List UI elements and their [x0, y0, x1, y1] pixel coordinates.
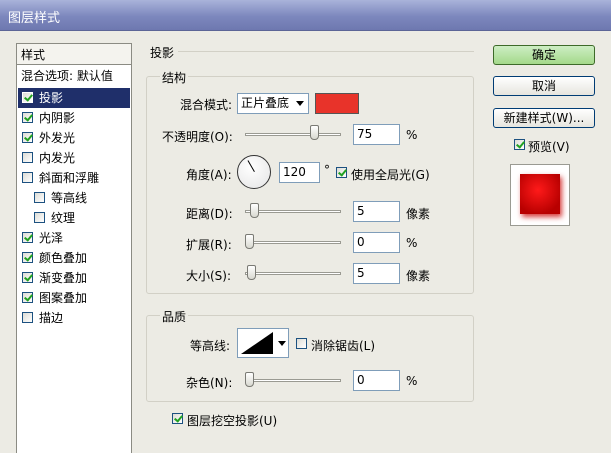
style-item-10[interactable]: 图案叠加	[18, 288, 130, 308]
style-item-7[interactable]: 光泽	[18, 228, 130, 248]
style-item-label: 等高线	[51, 191, 88, 205]
blend-options-item[interactable]: 混合选项: 默认值	[17, 66, 131, 86]
style-item-1[interactable]: 内阴影	[18, 108, 130, 128]
blend-options-label: 混合选项: 默认值	[21, 69, 113, 83]
section-drop-shadow-title: 投影	[150, 46, 175, 60]
style-item-label: 投影	[39, 91, 64, 105]
style-item-label: 描边	[39, 311, 64, 325]
style-preview-swatch	[520, 174, 560, 214]
distance-slider-thumb[interactable]	[250, 203, 259, 218]
style-item-checkbox[interactable]	[22, 292, 33, 303]
distance-unit: 像素	[406, 207, 431, 221]
spread-slider-track[interactable]	[245, 241, 341, 244]
size-slider-thumb[interactable]	[247, 265, 256, 280]
style-item-6[interactable]: 纹理	[18, 208, 130, 228]
styles-header: 样式	[17, 44, 131, 65]
style-item-label: 渐变叠加	[39, 271, 88, 285]
angle-unit: °	[324, 163, 330, 177]
style-item-label: 外发光	[39, 131, 76, 145]
styles-list: 样式 混合选项: 默认值 投影内阴影外发光内发光斜面和浮雕等高线纹理光泽颜色叠加…	[16, 43, 132, 453]
antialias-checkbox[interactable]	[296, 338, 307, 349]
style-item-checkbox[interactable]	[22, 132, 33, 143]
section-divider	[178, 51, 474, 52]
style-item-4[interactable]: 斜面和浮雕	[18, 168, 130, 188]
spread-label: 扩展(R):	[186, 238, 232, 252]
global-light-checkbox[interactable]	[336, 167, 347, 178]
style-item-label: 光泽	[39, 231, 64, 245]
title-bar: 图层样式	[0, 0, 611, 31]
distance-label: 距离(D):	[186, 207, 233, 221]
noise-unit: %	[406, 374, 418, 388]
angle-label: 角度(A):	[186, 168, 232, 182]
style-item-3[interactable]: 内发光	[18, 148, 130, 168]
opacity-input[interactable]: 75	[353, 124, 400, 145]
global-light-label[interactable]: 使用全局光(G)	[351, 166, 430, 183]
spread-unit: %	[406, 236, 418, 250]
new-style-button[interactable]: 新建样式(W)...	[493, 108, 595, 128]
antialias-label[interactable]: 消除锯齿(L)	[311, 337, 375, 354]
style-item-checkbox[interactable]	[22, 152, 33, 163]
style-item-checkbox[interactable]	[22, 92, 33, 103]
style-item-11[interactable]: 描边	[18, 308, 130, 328]
style-item-checkbox[interactable]	[34, 212, 45, 223]
style-item-label: 斜面和浮雕	[39, 171, 100, 185]
style-item-checkbox[interactable]	[22, 112, 33, 123]
distance-slider-track[interactable]	[245, 210, 341, 213]
size-unit: 像素	[406, 269, 431, 283]
preview-checkbox[interactable]	[514, 139, 525, 150]
style-item-8[interactable]: 颜色叠加	[18, 248, 130, 268]
style-item-label: 内发光	[39, 151, 76, 165]
style-preview-thumbnail	[510, 164, 570, 226]
shadow-color-swatch[interactable]	[315, 93, 359, 114]
style-item-0[interactable]: 投影	[18, 88, 130, 108]
blend-mode-select[interactable]: 正片叠底	[237, 93, 309, 114]
noise-label: 杂色(N):	[186, 376, 233, 390]
contour-preview	[241, 332, 273, 354]
contour-label: 等高线:	[190, 339, 231, 353]
style-item-label: 颜色叠加	[39, 251, 88, 265]
size-input[interactable]: 5	[353, 263, 400, 284]
style-item-label: 图案叠加	[39, 291, 88, 305]
size-slider-track[interactable]	[245, 272, 341, 275]
ok-button[interactable]: 确定	[493, 45, 595, 65]
angle-dial-needle	[247, 160, 255, 172]
structure-title: 结构	[160, 69, 189, 86]
opacity-slider-track[interactable]	[245, 133, 341, 136]
style-item-label: 内阴影	[39, 111, 76, 125]
noise-slider-thumb[interactable]	[245, 372, 254, 387]
preview-label[interactable]: 预览(V)	[528, 138, 570, 155]
spread-slider-thumb[interactable]	[245, 234, 254, 249]
chevron-down-icon	[296, 101, 304, 106]
style-item-checkbox[interactable]	[22, 252, 33, 263]
size-label: 大小(S):	[186, 269, 232, 283]
style-item-checkbox[interactable]	[22, 312, 33, 323]
opacity-unit: %	[406, 128, 418, 142]
angle-input[interactable]: 120	[279, 162, 320, 183]
style-item-checkbox[interactable]	[22, 172, 33, 183]
style-item-checkbox[interactable]	[22, 232, 33, 243]
distance-input[interactable]: 5	[353, 201, 400, 222]
blend-mode-value: 正片叠底	[241, 96, 290, 110]
knockout-label[interactable]: 图层挖空投影(U)	[187, 412, 277, 429]
angle-dial[interactable]	[237, 155, 271, 189]
style-item-2[interactable]: 外发光	[18, 128, 130, 148]
opacity-slider-thumb[interactable]	[310, 125, 319, 140]
window-title: 图层样式	[8, 11, 61, 26]
style-item-9[interactable]: 渐变叠加	[18, 268, 130, 288]
style-item-5[interactable]: 等高线	[18, 188, 130, 208]
style-item-label: 纹理	[51, 211, 76, 225]
quality-title: 品质	[160, 308, 189, 325]
styles-header-label: 样式	[21, 48, 46, 62]
contour-picker[interactable]	[237, 328, 289, 358]
noise-slider-track[interactable]	[245, 379, 341, 382]
opacity-label: 不透明度(O):	[162, 130, 233, 144]
style-item-checkbox[interactable]	[34, 192, 45, 203]
spread-input[interactable]: 0	[353, 232, 400, 253]
blend-mode-label: 混合模式:	[180, 98, 233, 112]
chevron-down-icon	[278, 341, 286, 346]
knockout-checkbox[interactable]	[172, 413, 183, 424]
cancel-button[interactable]: 取消	[493, 76, 595, 96]
style-item-checkbox[interactable]	[22, 272, 33, 283]
noise-input[interactable]: 0	[353, 370, 400, 391]
